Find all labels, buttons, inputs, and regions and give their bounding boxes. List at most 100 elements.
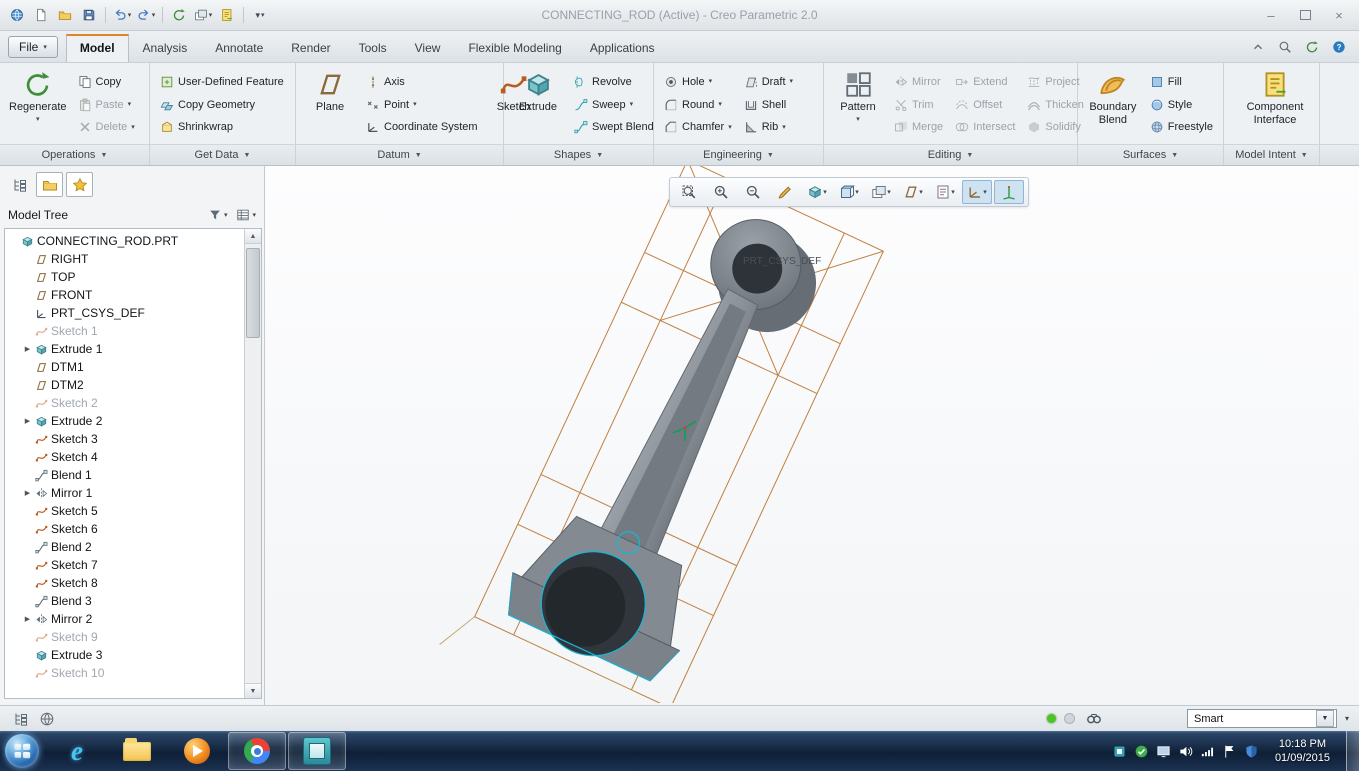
- dropdown-arrow[interactable]: ▾: [782, 124, 786, 131]
- rib-button[interactable]: Rib ▾: [740, 119, 797, 135]
- dropdown-arrow[interactable]: ▾: [709, 78, 713, 85]
- windows-explorer-taskbar-button[interactable]: [108, 732, 166, 770]
- tree-item[interactable]: Sketch 1: [7, 322, 244, 340]
- group-label-operations[interactable]: Operations ▼: [0, 144, 149, 165]
- tree-item[interactable]: RIGHT: [7, 250, 244, 268]
- tree-columns-button[interactable]: ▾: [234, 206, 258, 224]
- creo-taskbar-button[interactable]: [288, 732, 346, 770]
- chrome-taskbar-button[interactable]: [228, 732, 286, 770]
- expand-arrow-icon[interactable]: ▶: [23, 417, 32, 425]
- scroll-up-button[interactable]: ▲: [245, 229, 261, 244]
- network-button[interactable]: [1200, 744, 1215, 759]
- favorites-button[interactable]: [66, 172, 93, 197]
- merge-button[interactable]: Merge: [890, 119, 947, 135]
- freestyle-button[interactable]: Freestyle: [1146, 119, 1217, 135]
- group-label-surfaces[interactable]: Surfaces ▼: [1078, 144, 1223, 165]
- tree-item[interactable]: ▶ Extrude 2: [7, 412, 244, 430]
- copy-geometry-button[interactable]: Copy Geometry: [156, 97, 288, 113]
- style-button[interactable]: Style: [1146, 97, 1217, 113]
- boundary-blend-button[interactable]: Boundary Blend: [1084, 67, 1142, 142]
- dropdown-arrow[interactable]: ▾: [856, 116, 860, 123]
- web-browser-toggle-button[interactable]: [36, 709, 58, 729]
- shrinkwrap-button[interactable]: Shrinkwrap: [156, 119, 288, 135]
- 3d-viewport[interactable]: PRT_CSYS_DEF: [265, 166, 1359, 703]
- dropdown-arrow[interactable]: ▾: [128, 101, 132, 108]
- tree-item[interactable]: DTM2: [7, 376, 244, 394]
- help-button[interactable]: [1329, 37, 1349, 57]
- tree-item[interactable]: DTM1: [7, 358, 244, 376]
- tab-render[interactable]: Render: [277, 34, 344, 62]
- hole-button[interactable]: Hole ▾: [660, 74, 736, 90]
- tree-item[interactable]: CONNECTING_ROD.PRT: [7, 232, 244, 250]
- copy-button[interactable]: Copy: [74, 74, 139, 90]
- dropdown-arrow[interactable]: ▾: [36, 116, 40, 123]
- media-player-taskbar-button[interactable]: [168, 732, 226, 770]
- tab-analysis[interactable]: Analysis: [129, 34, 202, 62]
- swept-blend-button[interactable]: Swept Blend: [570, 119, 658, 135]
- window-new-button[interactable]: [216, 4, 238, 26]
- save-button[interactable]: [78, 4, 100, 26]
- app-button[interactable]: [6, 4, 28, 26]
- tab-flexible-modeling[interactable]: Flexible Modeling: [454, 34, 575, 62]
- component-interface-button[interactable]: Component Interface: [1230, 67, 1320, 142]
- group-label-model-intent[interactable]: Model Intent ▼: [1224, 144, 1319, 165]
- repaint-button[interactable]: [770, 180, 800, 204]
- tree-filters-button[interactable]: ▾: [206, 206, 230, 224]
- window-arrange-button[interactable]: ▾: [192, 4, 214, 26]
- redo-button[interactable]: ▾: [135, 4, 157, 26]
- tree-item[interactable]: Blend 1: [7, 466, 244, 484]
- tree-item[interactable]: Sketch 3: [7, 430, 244, 448]
- tree-item[interactable]: Sketch 9: [7, 628, 244, 646]
- user-defined-feature-button[interactable]: User-Defined Feature: [156, 74, 288, 90]
- tree-item[interactable]: Sketch 5: [7, 502, 244, 520]
- intersect-button[interactable]: Intersect: [951, 119, 1019, 135]
- collapse-ribbon-button[interactable]: [1248, 37, 1268, 57]
- search-commands-button[interactable]: [1275, 37, 1295, 57]
- file-menu-button[interactable]: File ▾: [8, 36, 58, 58]
- tray-app-button[interactable]: [1112, 744, 1127, 759]
- tree-item[interactable]: Sketch 6: [7, 520, 244, 538]
- tree-item[interactable]: Sketch 10: [7, 664, 244, 682]
- undo-button[interactable]: ▾: [111, 4, 133, 26]
- tab-tools[interactable]: Tools: [345, 34, 401, 62]
- updates-ready-button[interactable]: [1134, 744, 1149, 759]
- datum-display-button[interactable]: ▾: [898, 180, 928, 204]
- tree-item[interactable]: Sketch 8: [7, 574, 244, 592]
- show-desktop-button[interactable]: [1346, 731, 1359, 771]
- offset-button[interactable]: Offset: [951, 97, 1019, 113]
- saved-orientations-button[interactable]: ▾: [834, 180, 864, 204]
- group-label-engineering[interactable]: Engineering ▼: [654, 144, 823, 165]
- nav-tree-button[interactable]: [6, 172, 33, 197]
- coordinate-system-button[interactable]: Coordinate System: [362, 119, 482, 135]
- start-button[interactable]: [5, 734, 39, 768]
- draft-button[interactable]: Draft ▾: [740, 74, 797, 90]
- model-tree-scrollbar[interactable]: ▲ ▼: [244, 229, 261, 698]
- spin-center-button[interactable]: [994, 180, 1024, 204]
- graphics-area[interactable]: ▾ ▾ ▾ ▾ ▾ ▾ PRT_CSYS_DEF: [264, 166, 1359, 705]
- view-manager-button[interactable]: ▾: [866, 180, 896, 204]
- point-button[interactable]: Point ▾: [362, 97, 482, 113]
- zoom-in-button[interactable]: [706, 180, 736, 204]
- revolve-button[interactable]: Revolve: [570, 74, 658, 90]
- display-style-button[interactable]: ▾: [802, 180, 832, 204]
- find-button[interactable]: [1083, 709, 1105, 729]
- refit-button[interactable]: [674, 180, 704, 204]
- dropdown-arrow[interactable]: ▾: [790, 78, 794, 85]
- group-label-shapes[interactable]: Shapes ▼: [504, 144, 653, 165]
- dropdown-arrow[interactable]: ▾: [131, 124, 135, 131]
- dropdown-arrow[interactable]: ▾: [630, 101, 634, 108]
- chamfer-button[interactable]: Chamfer ▾: [660, 119, 736, 135]
- dropdown-arrow[interactable]: ▾: [413, 101, 417, 108]
- sweep-button[interactable]: Sweep ▾: [570, 97, 658, 113]
- tree-item[interactable]: FRONT: [7, 286, 244, 304]
- datum-filters-button[interactable]: ▾: [962, 180, 992, 204]
- minimize-button[interactable]: –: [1257, 6, 1285, 24]
- trim-button[interactable]: Trim: [890, 97, 947, 113]
- dropdown-arrow[interactable]: ▼: [1315, 710, 1334, 727]
- maximize-button[interactable]: [1291, 6, 1319, 24]
- security-shield-button[interactable]: [1244, 744, 1259, 759]
- regenerate-quick-button[interactable]: [168, 4, 190, 26]
- sync-button[interactable]: [1302, 37, 1322, 57]
- group-label-editing[interactable]: Editing ▼: [824, 144, 1077, 165]
- volume-button[interactable]: [1178, 744, 1193, 759]
